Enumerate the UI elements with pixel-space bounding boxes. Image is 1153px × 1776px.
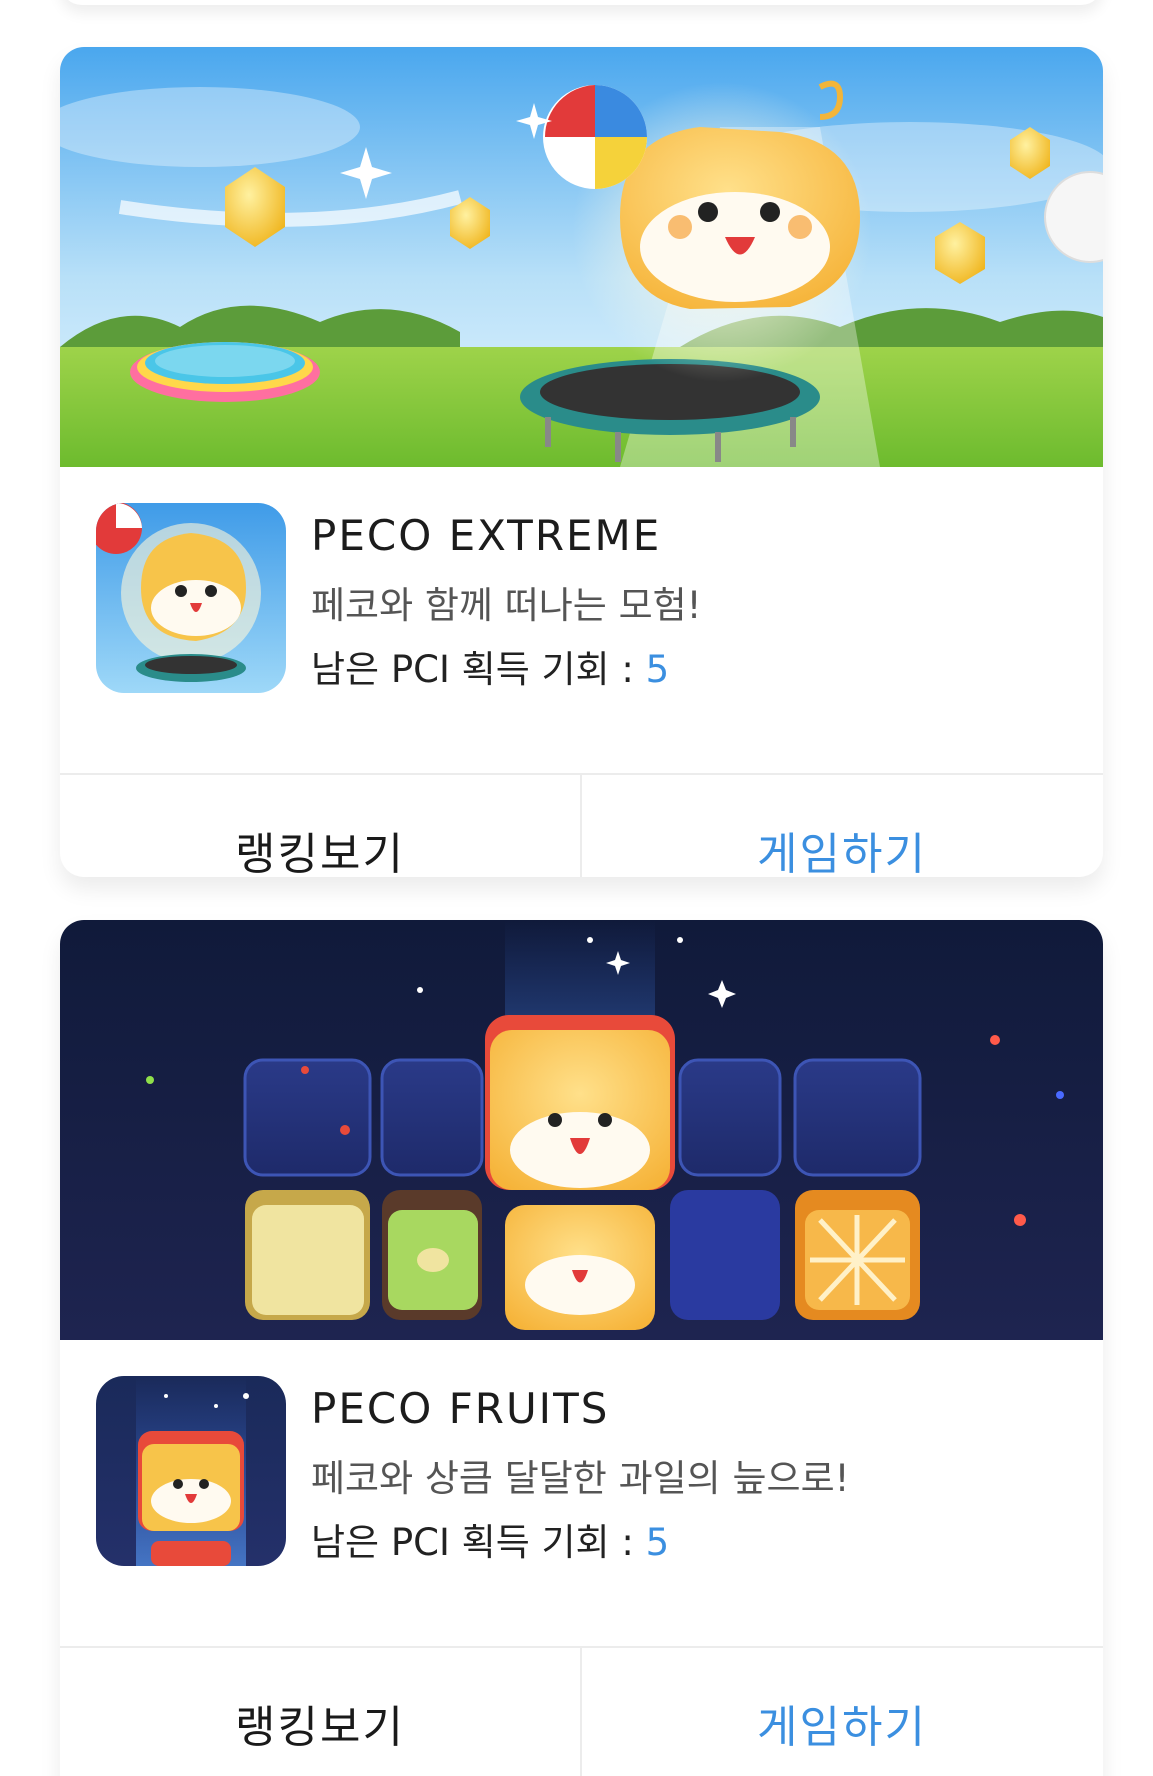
app-icon[interactable] (96, 1376, 286, 1566)
play-game-button[interactable]: 게임하기 (582, 1648, 1102, 1776)
game-banner-image[interactable] (60, 47, 1103, 467)
card-actions: 랭킹보기 게임하기 (60, 1648, 1103, 1776)
game-description: 페코와 상큼 달달한 과일의 늪으로! (311, 1457, 850, 1500)
pci-chance-label: 남은 PCI 획득 기회 : (311, 1521, 646, 1564)
game-info: PECO EXTREME 페코와 함께 떠나는 모험! 남은 PCI 획득 기회… (60, 467, 1103, 775)
pci-chance-count: 5 (645, 648, 670, 691)
play-game-button[interactable]: 게임하기 (582, 775, 1102, 877)
pci-chance-label: 남은 PCI 획득 기회 : (311, 648, 646, 691)
game-info: PECO FRUITS 페코와 상큼 달달한 과일의 늪으로! 남은 PCI 획… (60, 1340, 1103, 1648)
game-list-page: PECO EXTREME 페코와 함께 떠나는 모험! 남은 PCI 획득 기회… (0, 0, 1153, 1776)
app-icon[interactable] (96, 503, 286, 693)
game-card-peco-fruits: PECO FRUITS 페코와 상큼 달달한 과일의 늪으로! 남은 PCI 획… (60, 920, 1103, 1776)
ranking-button[interactable]: 랭킹보기 (60, 1648, 580, 1776)
pci-chance-text: 남은 PCI 획득 기회 : 5 (311, 639, 669, 693)
game-description: 페코와 함께 떠나는 모험! (311, 584, 702, 627)
previous-game-card-bottom (60, 0, 1103, 5)
ranking-button[interactable]: 랭킹보기 (60, 775, 580, 877)
card-actions: 랭킹보기 게임하기 (60, 775, 1103, 877)
pci-chance-text: 남은 PCI 획득 기회 : 5 (311, 1512, 669, 1566)
game-card-peco-extreme: PECO EXTREME 페코와 함께 떠나는 모험! 남은 PCI 획득 기회… (60, 47, 1103, 877)
pci-chance-count: 5 (645, 1521, 670, 1564)
game-title: PECO FRUITS (311, 1384, 610, 1433)
game-title: PECO EXTREME (311, 511, 662, 560)
game-banner-image[interactable] (60, 920, 1103, 1340)
